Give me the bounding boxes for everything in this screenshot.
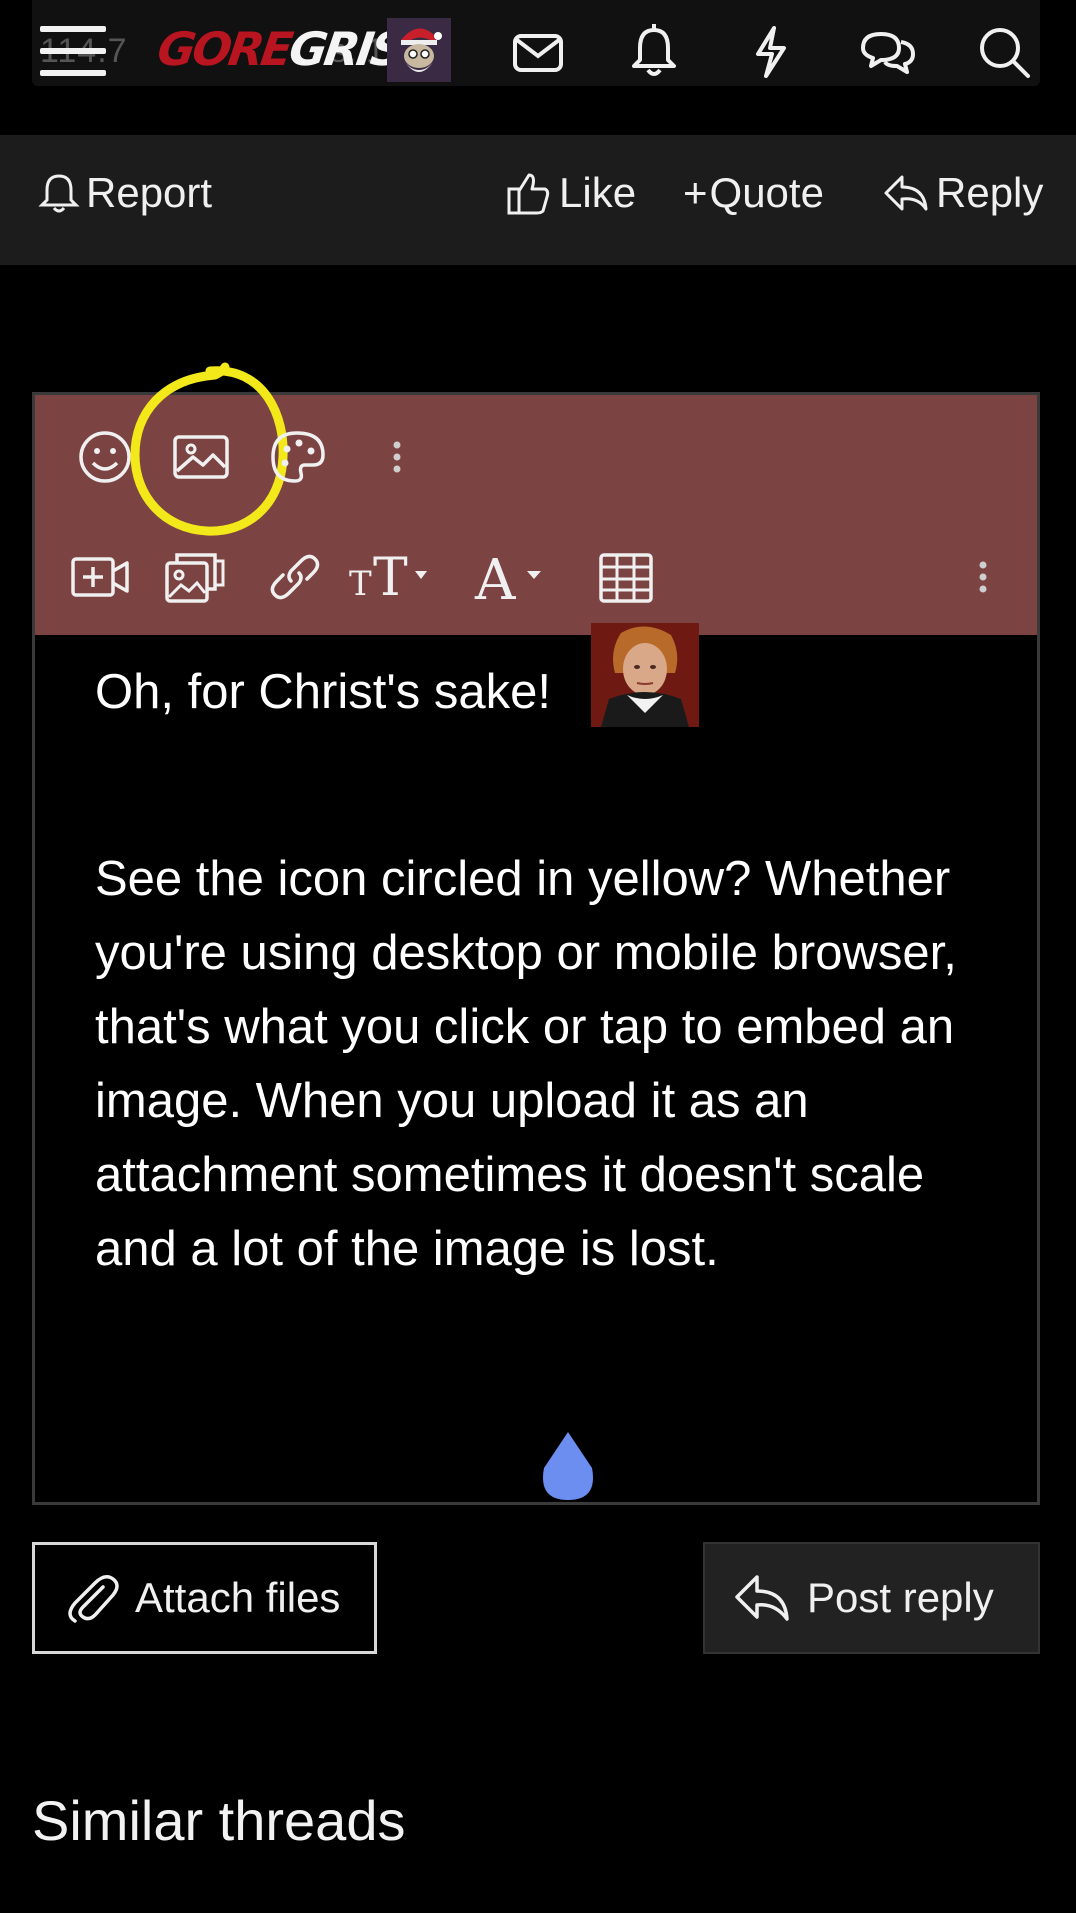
- reaction-gif-image: [591, 623, 699, 727]
- report-button[interactable]: Report: [38, 163, 212, 223]
- quote-button[interactable]: + Quote: [683, 163, 824, 223]
- reply-arrow-icon: [735, 1575, 789, 1621]
- thumbs-up-icon: [507, 173, 550, 215]
- reply-arrow-icon: [884, 175, 928, 211]
- font-icon[interactable]: A: [471, 545, 571, 609]
- attach-files-label: Attach files: [135, 1574, 341, 1621]
- text-size-icon[interactable]: T T: [347, 545, 447, 609]
- menu-icon[interactable]: [40, 26, 108, 78]
- logo-gore: GORE: [154, 22, 294, 76]
- envelope-icon[interactable]: [508, 22, 568, 82]
- report-label: Report: [86, 169, 213, 216]
- more-vertical-icon-2[interactable]: [963, 545, 1003, 609]
- link-icon[interactable]: [263, 545, 327, 609]
- reply-button[interactable]: Reply: [882, 163, 1043, 223]
- attach-files-button[interactable]: Attach files: [32, 1542, 377, 1654]
- post-reply-button[interactable]: Post reply: [703, 1542, 1040, 1654]
- reply-label: Reply: [936, 169, 1044, 216]
- svg-text:T: T: [349, 564, 372, 604]
- palette-icon[interactable]: [265, 425, 329, 489]
- plus-icon: +: [683, 169, 708, 216]
- video-add-icon[interactable]: [69, 545, 133, 609]
- bell-icon: [38, 174, 80, 213]
- reply-editor: T T A Oh, for Christ's sake! See the ico…: [32, 362, 1040, 1505]
- search-icon[interactable]: [974, 22, 1034, 82]
- text-cursor-handle[interactable]: [536, 1430, 600, 1504]
- paperclip-icon: [68, 1575, 119, 1623]
- like-button[interactable]: Like: [505, 163, 636, 223]
- post-reply-label: Post reply: [807, 1574, 994, 1621]
- table-icon[interactable]: [593, 545, 657, 609]
- chat-bubbles-icon[interactable]: [857, 22, 917, 82]
- more-vertical-icon[interactable]: [377, 425, 417, 489]
- editor-toolbar: T T A: [35, 362, 1037, 635]
- message-line-1: Oh, for Christ's sake!: [95, 665, 551, 719]
- svg-text:A: A: [474, 548, 516, 609]
- gallery-icon[interactable]: [163, 545, 227, 609]
- svg-text:T: T: [373, 548, 408, 608]
- bell-icon[interactable]: [624, 22, 684, 82]
- quote-label: Quote: [709, 169, 824, 216]
- top-nav-bar: 114.7 s: 1 GOREGRISH: [0, 0, 1076, 100]
- post-action-bar: Report Like + Quote Reply: [0, 135, 1076, 265]
- user-avatar[interactable]: [387, 18, 451, 82]
- message-paragraph-2: See the icon circled in yellow? Whether …: [95, 852, 957, 1276]
- similar-threads-heading: Similar threads: [32, 1789, 406, 1852]
- like-label: Like: [559, 169, 637, 216]
- lightning-icon[interactable]: [740, 22, 800, 82]
